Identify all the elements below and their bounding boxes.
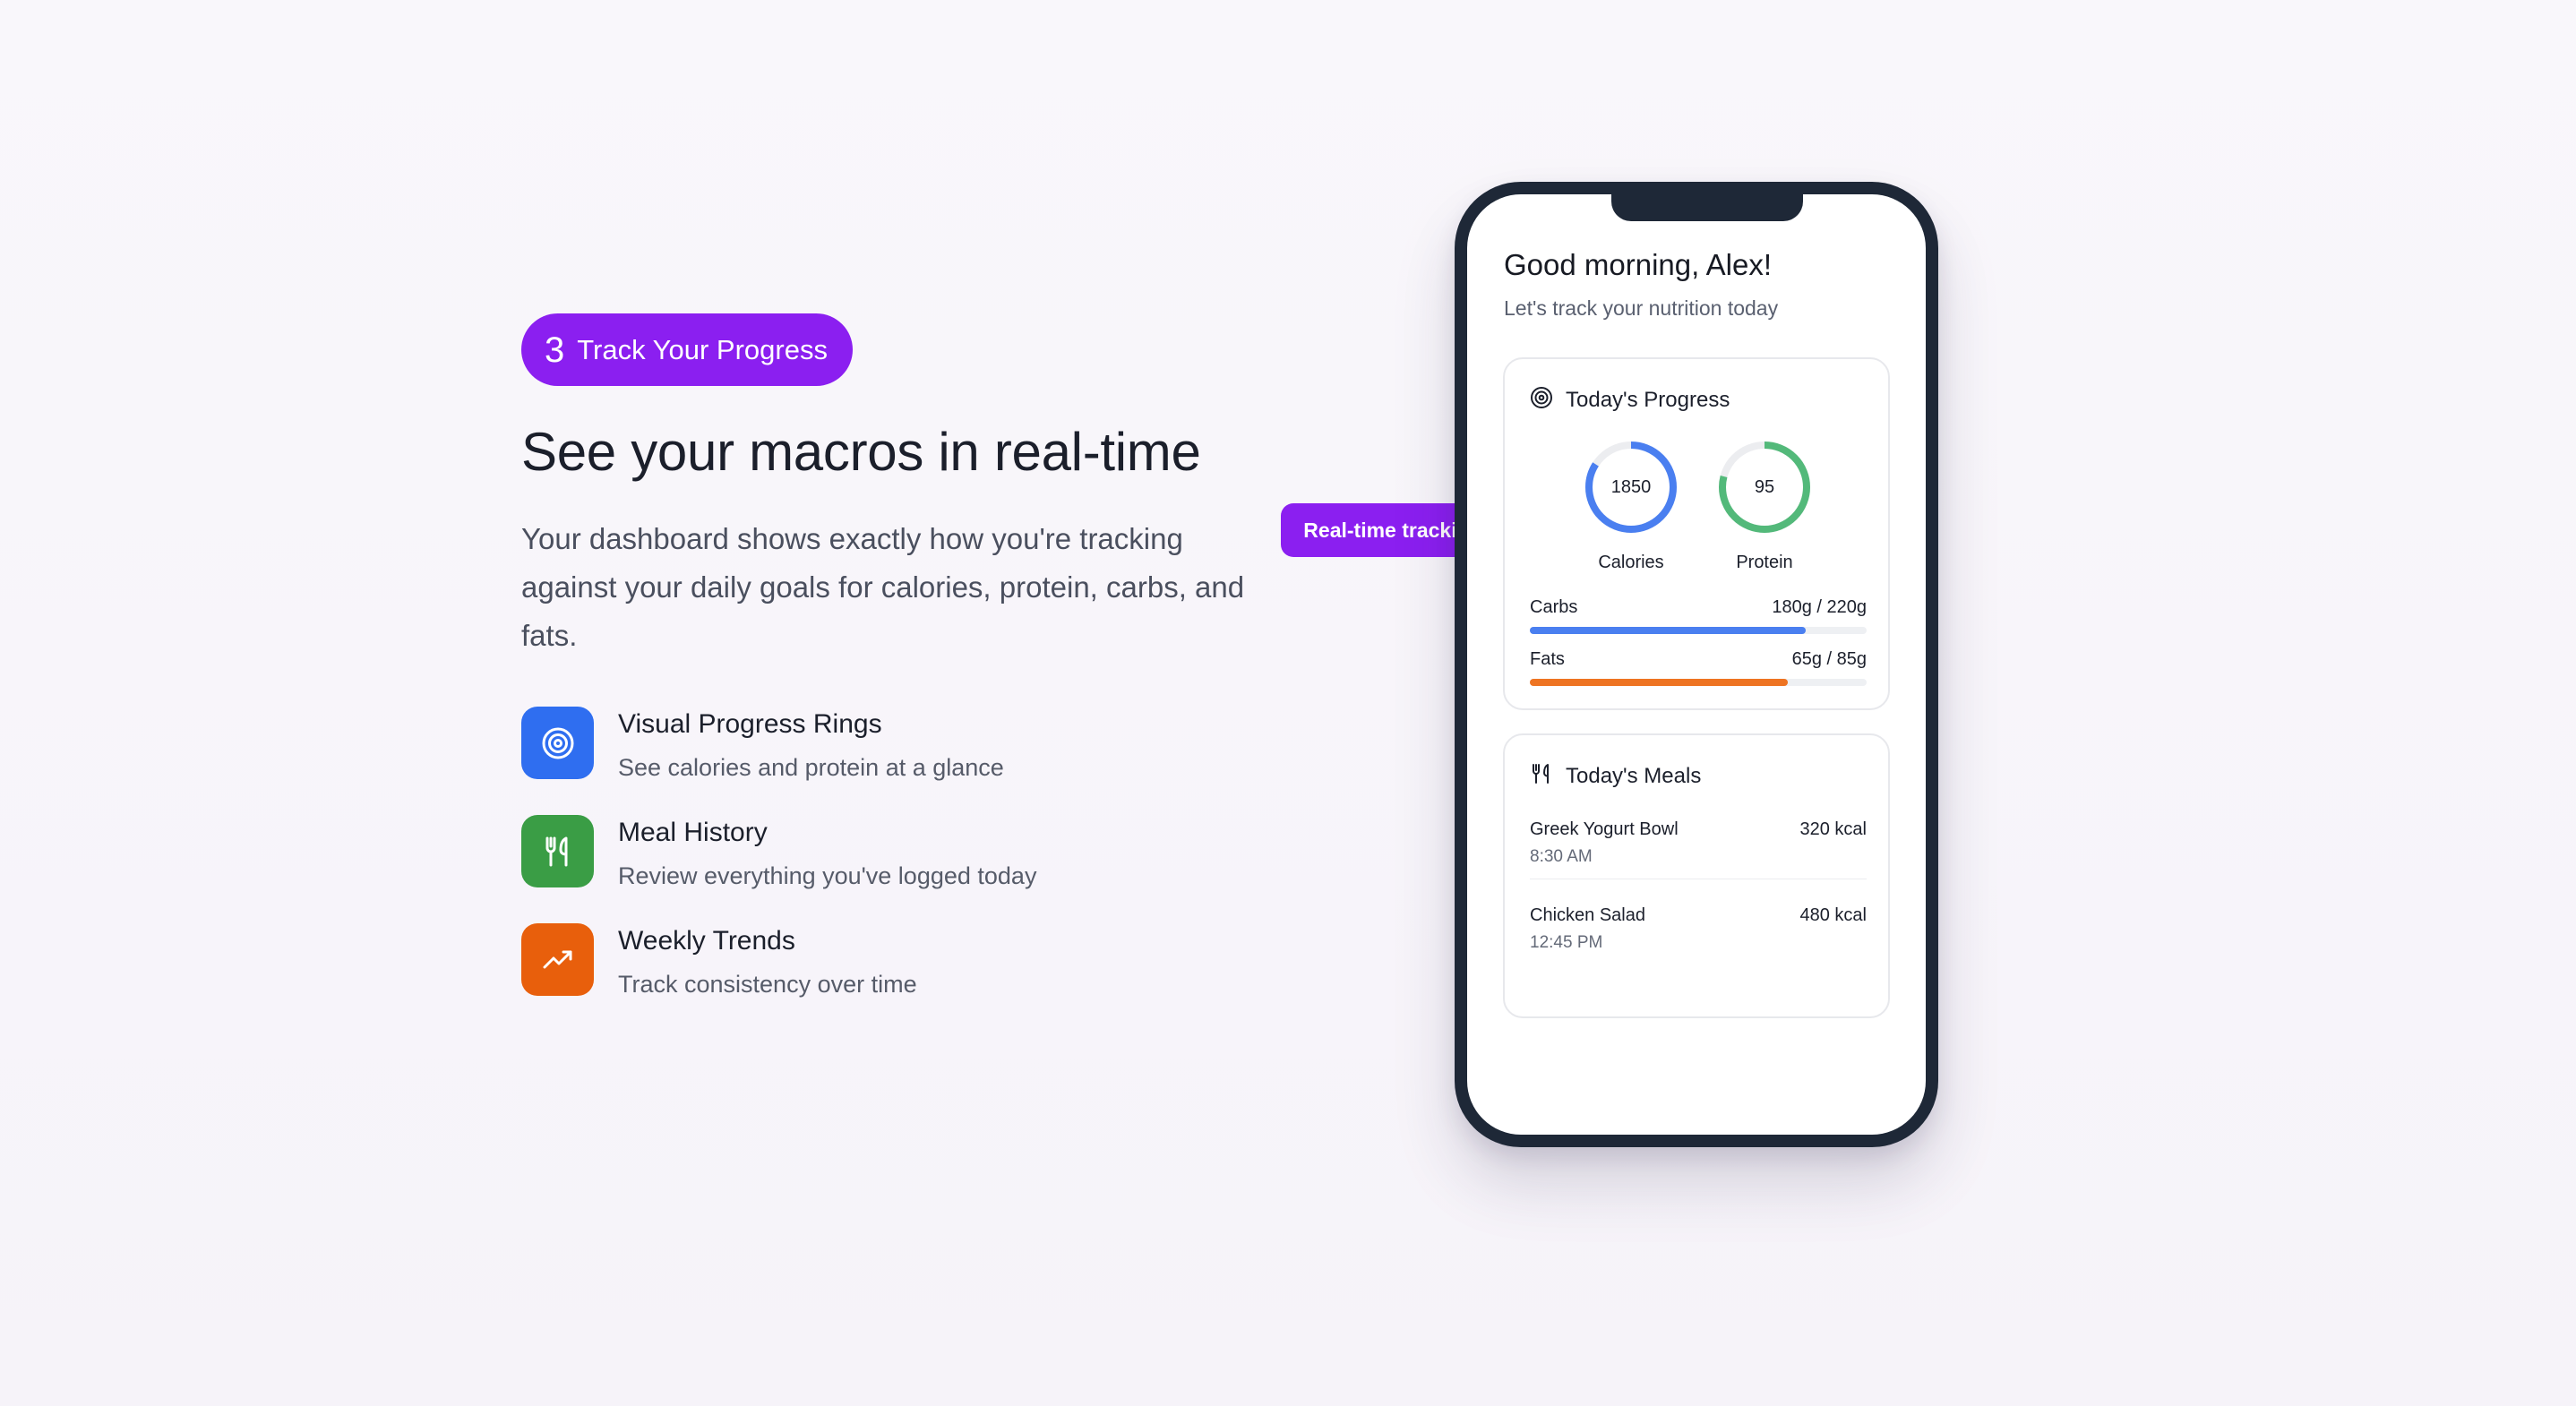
macro-name: Fats: [1530, 649, 1565, 669]
ring-label: Calories: [1598, 553, 1664, 572]
phone-mockup: Good morning, Alex! Let's track your nut…: [1455, 182, 1938, 1147]
ring-value: 95: [1754, 476, 1775, 497]
progress-bar-fill: [1530, 627, 1806, 634]
meal-kcal: 320 kcal: [1799, 819, 1868, 839]
progress-bar: [1530, 627, 1867, 634]
target-icon: [521, 707, 594, 779]
macro-amount: 65g / 85g: [1791, 649, 1867, 669]
protein-ring: 95 Protein: [1715, 438, 1814, 573]
ring-label: Protein: [1736, 553, 1793, 572]
feature-section: 3 Track Your Progress See your macros in…: [521, 313, 1274, 1032]
progress-bar-fill: [1530, 679, 1788, 686]
feature-subtitle: Review everything you've logged today: [618, 862, 1037, 889]
feature-item-progress-rings: Visual Progress Rings See calories and p…: [521, 707, 1274, 815]
feature-title: Meal History: [618, 818, 768, 847]
progress-bar: [1530, 679, 1867, 686]
progress-card[interactable]: Today's Progress 1850 Calories 95 Protei…: [1503, 357, 1890, 710]
greeting: Good morning, Alex!: [1504, 248, 1772, 281]
meal-time: 8:30 AM: [1530, 847, 1593, 866]
headline: See your macros in real-time: [521, 422, 1201, 482]
trending-up-icon: [521, 923, 594, 996]
utensils-icon: [521, 815, 594, 887]
feature-list: Visual Progress Rings See calories and p…: [521, 707, 1274, 1032]
feature-subtitle: See calories and protein at a glance: [618, 754, 1004, 781]
utensils-icon: [1530, 762, 1553, 790]
calories-ring: 1850 Calories: [1582, 438, 1680, 573]
meal-time: 12:45 PM: [1530, 933, 1603, 952]
card-title: Today's Meals: [1566, 763, 1702, 788]
page: 3 Track Your Progress See your macros in…: [0, 0, 2576, 1406]
feature-title: Visual Progress Rings: [618, 709, 882, 739]
card-title: Today's Progress: [1566, 387, 1730, 412]
meal-item[interactable]: Chicken Salad 480 kcal 12:45 PM: [1530, 905, 1867, 953]
description: Your dashboard shows exactly how you're …: [521, 522, 1245, 652]
feature-title: Weekly Trends: [618, 926, 795, 956]
step-label: Track Your Progress: [577, 334, 828, 365]
step-badge: 3 Track Your Progress: [521, 313, 853, 386]
feature-item-weekly-trends: Weekly Trends Track consistency over tim…: [521, 923, 1274, 1032]
phone-notch: [1611, 194, 1803, 221]
target-icon: [1530, 386, 1553, 414]
step-number: 3: [545, 330, 565, 370]
meal-name: Chicken Salad: [1530, 905, 1645, 925]
meal-kcal: 480 kcal: [1799, 905, 1868, 925]
macro-carbs: Carbs 180g / 220g: [1530, 597, 1867, 634]
feature-subtitle: Track consistency over time: [618, 971, 917, 998]
macro-name: Carbs: [1530, 597, 1578, 617]
macro-fats: Fats 65g / 85g: [1530, 649, 1867, 686]
ring-value: 1850: [1610, 476, 1652, 497]
meal-item[interactable]: Greek Yogurt Bowl 320 kcal 8:30 AM: [1530, 819, 1867, 867]
macro-amount: 180g / 220g: [1772, 597, 1867, 617]
phone-screen: Good morning, Alex! Let's track your nut…: [1467, 194, 1926, 1135]
meals-card[interactable]: Today's Meals Greek Yogurt Bowl 320 kcal…: [1503, 733, 1890, 1018]
feature-item-meal-history: Meal History Review everything you've lo…: [521, 815, 1274, 923]
meal-name: Greek Yogurt Bowl: [1530, 819, 1679, 839]
greeting-subtitle: Let's track your nutrition today: [1504, 296, 1779, 320]
